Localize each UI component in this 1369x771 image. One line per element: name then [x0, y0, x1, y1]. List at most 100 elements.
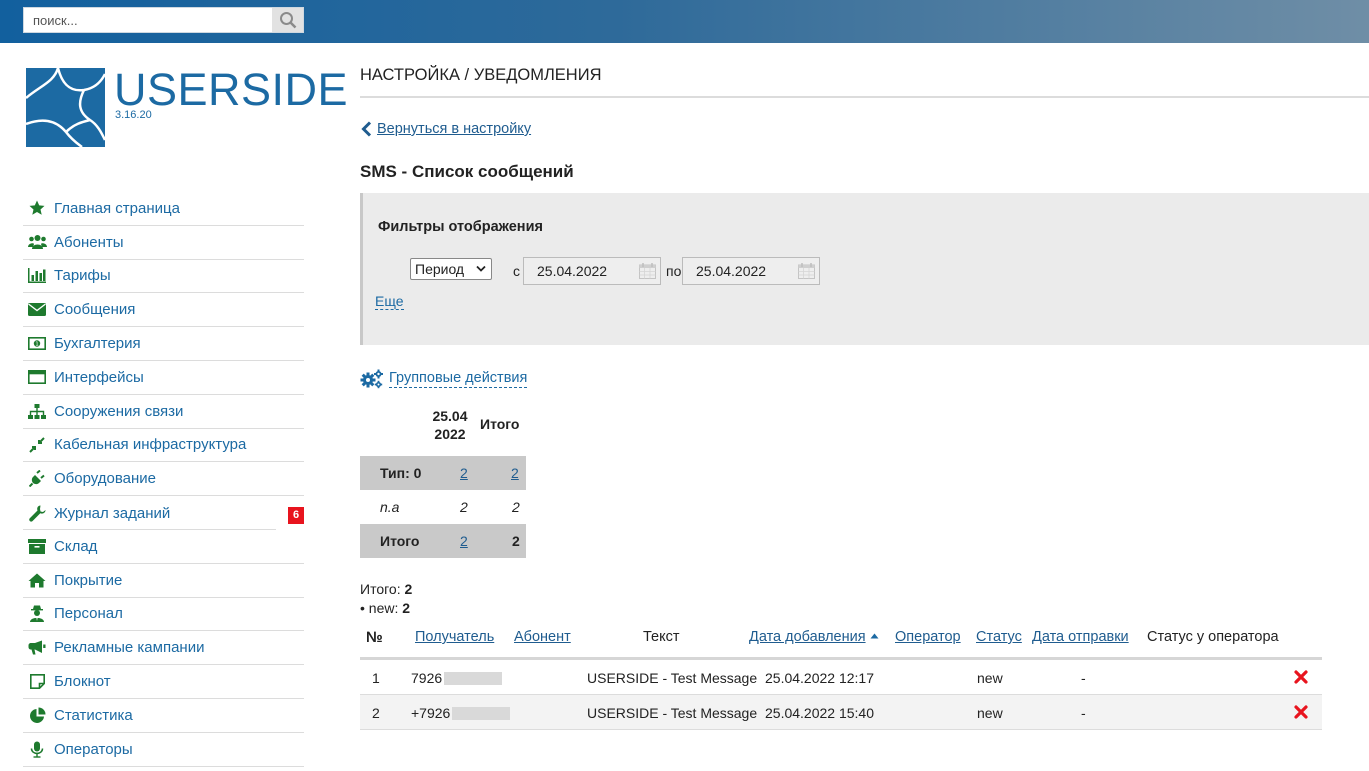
- stats-col-date-line2: 2022: [434, 426, 466, 442]
- section-title: SMS - Список сообщений: [360, 162, 574, 181]
- sidebar-item-facilities[interactable]: Сооружения связи: [23, 395, 304, 429]
- gears-icon: [360, 369, 383, 389]
- filters-title: Фильтры отображения: [378, 219, 543, 235]
- back-to-settings-link[interactable]: Вернуться в настройку: [377, 121, 531, 137]
- sidebar-item-tariffs[interactable]: Тарифы: [23, 260, 304, 294]
- search-input[interactable]: [24, 8, 272, 32]
- stats-row-total: Итого 2 2: [360, 524, 526, 558]
- sidebar-item-accounting[interactable]: 1 Бухгалтерия: [23, 327, 304, 361]
- sidebar-item-label: Склад: [54, 537, 98, 555]
- stats-cell-link[interactable]: 2: [460, 465, 468, 481]
- sidebar-item-equipment[interactable]: Оборудование: [23, 462, 304, 497]
- star-icon: [29, 200, 45, 216]
- date-from-input[interactable]: 25.04.2022: [523, 257, 661, 285]
- date-to-input[interactable]: 25.04.2022: [682, 257, 820, 285]
- stats-row-label: n.a: [380, 499, 400, 515]
- sidebar-item-interfaces[interactable]: Интерфейсы: [23, 361, 304, 395]
- sidebar-item-operators[interactable]: Операторы: [23, 733, 304, 767]
- period-select[interactable]: Период: [410, 258, 492, 280]
- col-operator-sort[interactable]: Оператор: [895, 629, 961, 645]
- user-secret-icon: [30, 605, 44, 623]
- row-num: 1: [372, 670, 380, 686]
- row-status: new: [977, 670, 1003, 686]
- page-title: НАСТРОЙКА / УВЕДОМЛЕНИЯ: [360, 66, 602, 84]
- redacted-block: [452, 707, 511, 720]
- group-actions-label: Групповые действия: [389, 370, 528, 388]
- chevron-down-icon: [476, 265, 486, 272]
- filters-panel: Фильтры отображения Период с 25.04.2022 …: [360, 193, 1369, 345]
- stats-cell-link[interactable]: 2: [511, 465, 519, 481]
- row-date-sent: -: [1081, 705, 1086, 721]
- svg-text:1: 1: [35, 342, 39, 348]
- row-num: 2: [372, 705, 380, 721]
- redacted-block: [444, 672, 503, 685]
- archive-icon: [28, 538, 46, 554]
- col-text: Текст: [643, 629, 680, 645]
- row-text: USERSIDE - Test Message: [587, 670, 758, 686]
- stats-col-total: Итого: [480, 416, 520, 432]
- stats-row-na: n.a 2 2: [360, 490, 526, 524]
- envelope-icon: [28, 303, 46, 317]
- stats-cell-link[interactable]: 2: [460, 533, 468, 549]
- col-date-sent-sort[interactable]: Дата отправки: [1032, 629, 1129, 645]
- sidebar-item-home[interactable]: Главная страница: [23, 192, 304, 226]
- stats-row-label: Тип: 0: [380, 465, 422, 481]
- sidebar-item-notepad[interactable]: Блокнот: [23, 665, 304, 699]
- row-date-added: 25.04.2022 12:17: [765, 670, 874, 686]
- window-icon: [28, 370, 46, 385]
- calendar-icon[interactable]: [639, 263, 656, 279]
- task-count-badge: 6: [288, 507, 304, 525]
- sidebar-item-statistics[interactable]: Статистика: [23, 699, 304, 733]
- col-date-added-sort[interactable]: Дата добавления: [749, 629, 866, 645]
- top-bar: [0, 0, 1369, 43]
- sidebar-item-label: Сооружения связи: [54, 402, 184, 420]
- group-actions[interactable]: Групповые действия: [360, 369, 528, 389]
- sitemap-icon: [28, 403, 46, 419]
- stats-cell: 2: [512, 499, 520, 515]
- delete-icon[interactable]: [1294, 670, 1308, 684]
- sidebar-item-cable-infrastructure[interactable]: Кабельная инфраструктура: [23, 429, 304, 463]
- row-recipient: +7926: [411, 705, 511, 721]
- sidebar-item-coverage[interactable]: Покрытие: [23, 564, 304, 598]
- col-status-sort[interactable]: Статус: [976, 629, 1022, 645]
- row-recipient-text: 7926: [411, 670, 443, 686]
- sidebar-item-task-journal[interactable]: Журнал заданий 6: [23, 496, 304, 530]
- totals-line: Итого: 2: [360, 580, 412, 599]
- row-date-added: 25.04.2022 15:40: [765, 705, 874, 721]
- sidebar-item-label: Бухгалтерия: [54, 335, 141, 353]
- col-num: №: [366, 629, 383, 646]
- pie-chart-icon: [29, 707, 45, 723]
- delete-icon[interactable]: [1294, 705, 1308, 719]
- col-subscriber-sort[interactable]: Абонент: [514, 629, 571, 645]
- back-link-row: Вернуться в настройку: [361, 121, 531, 137]
- row-text: USERSIDE - Test Message: [587, 705, 758, 721]
- stats-cell: 2: [460, 499, 468, 515]
- sidebar-item-warehouse[interactable]: Склад: [23, 530, 304, 564]
- sidebar-item-ad-campaigns[interactable]: Рекламные кампании: [23, 631, 304, 666]
- sidebar-nav: Главная страница Абоненты Тарифы Сообщен…: [23, 192, 304, 767]
- col-recipient-sort[interactable]: Получатель: [415, 629, 494, 645]
- date-to-value: 25.04.2022: [696, 263, 767, 279]
- more-filters-link[interactable]: Еще: [375, 293, 404, 310]
- search-button[interactable]: [272, 8, 303, 32]
- table-row: 1 7926 USERSIDE - Test Message 25.04.202…: [360, 660, 1322, 695]
- period-select-value: Период: [415, 261, 465, 277]
- compress-icon: [29, 437, 45, 453]
- totals-new-value: 2: [402, 600, 411, 616]
- microphone-icon: [30, 741, 44, 758]
- row-recipient-text: +7926: [411, 705, 451, 721]
- brand-version: 3.16.20: [115, 109, 152, 121]
- calendar-icon[interactable]: [798, 263, 815, 279]
- stats-col-date: 25.04 2022: [428, 407, 472, 443]
- users-icon: [27, 235, 47, 250]
- sidebar-item-subscribers[interactable]: Абоненты: [23, 226, 304, 260]
- totals-new-label: • new:: [360, 600, 399, 616]
- sidebar-item-label: Интерфейсы: [54, 368, 144, 386]
- search-box: [23, 7, 304, 33]
- chevron-left-icon[interactable]: [361, 121, 372, 137]
- bar-chart-icon: [28, 268, 46, 284]
- bullhorn-icon: [28, 640, 46, 655]
- sidebar-item-messages[interactable]: Сообщения: [23, 293, 304, 328]
- sidebar-item-staff[interactable]: Персонал: [23, 598, 304, 632]
- date-to-label: по: [666, 263, 682, 279]
